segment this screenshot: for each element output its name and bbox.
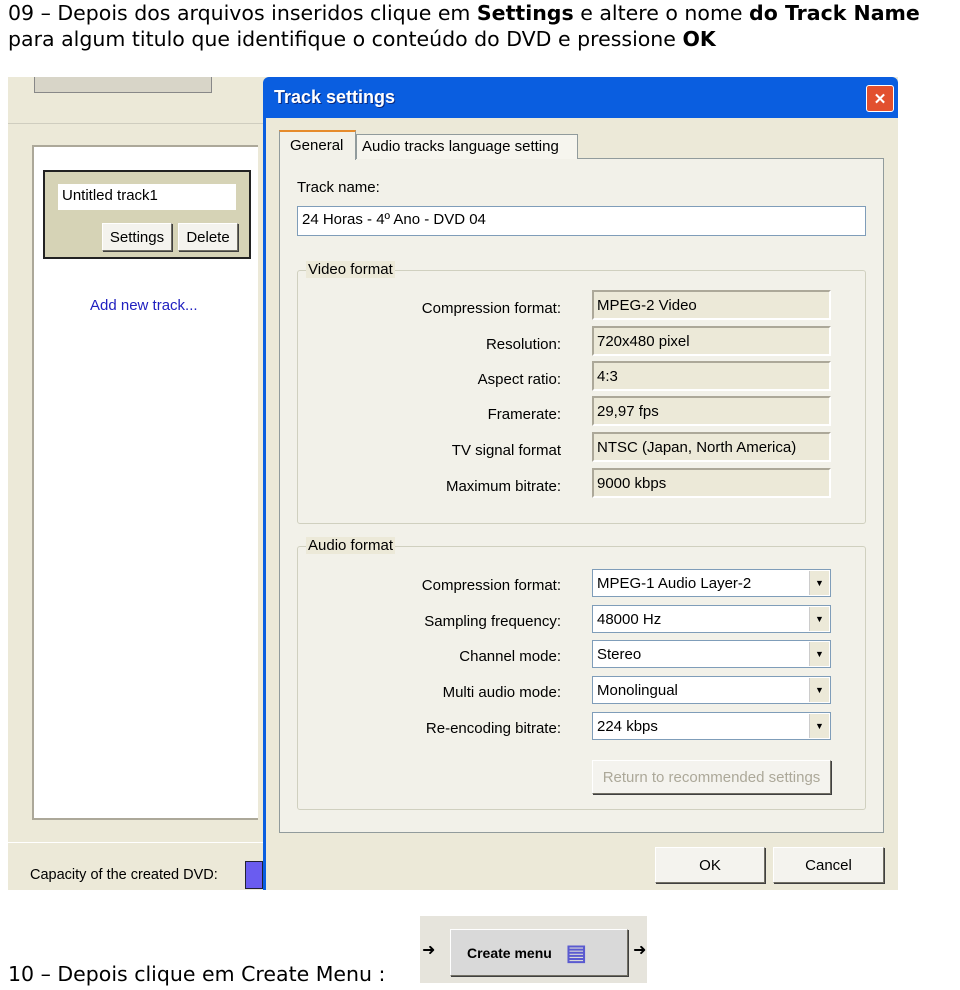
audio-row-value: 48000 Hz bbox=[597, 610, 662, 628]
video-row-value: 9000 kbps bbox=[592, 468, 831, 498]
audio-row-select[interactable]: 48000 Hz ▼ bbox=[592, 605, 831, 633]
track-list-panel: Untitled track1 Settings Delete Add new … bbox=[32, 145, 258, 820]
capacity-label: Capacity of the created DVD: bbox=[30, 867, 218, 883]
audio-format-title: Audio format bbox=[306, 537, 396, 554]
arrow-right-icon: ➜ bbox=[633, 940, 647, 959]
close-icon[interactable]: ✕ bbox=[866, 85, 894, 112]
audio-row-value: MPEG-1 Audio Layer-2 bbox=[597, 574, 752, 592]
tab-general[interactable]: General bbox=[279, 130, 356, 160]
return-to-recommended-button[interactable]: Return to recommended settings bbox=[592, 760, 831, 794]
create-menu-label: Create menu bbox=[467, 944, 552, 961]
step-9-instruction: 09 – Depois dos arquivos inseridos cliqu… bbox=[8, 0, 960, 52]
video-row-value: 29,97 fps bbox=[592, 396, 831, 426]
text: Settings bbox=[476, 1, 574, 25]
video-row-value: 4:3 bbox=[592, 361, 831, 391]
arrow-right-icon: ➜ bbox=[422, 940, 436, 959]
video-row-value: NTSC (Japan, North America) bbox=[592, 432, 831, 462]
toolbar-button-partial[interactable] bbox=[34, 77, 212, 93]
create-menu-snippet: ➜ Create menu ▤ ➜ bbox=[420, 916, 647, 983]
text: OK bbox=[682, 27, 716, 51]
video-row-label: Compression format: bbox=[421, 300, 561, 317]
track-name-input[interactable]: 24 Horas - 4º Ano - DVD 04 bbox=[297, 206, 866, 236]
audio-row-value: Monolingual bbox=[597, 681, 678, 699]
video-row-value: MPEG-2 Video bbox=[592, 290, 831, 320]
tab-audio-tracks-language[interactable]: Audio tracks language setting bbox=[356, 134, 578, 159]
cancel-button[interactable]: Cancel bbox=[773, 847, 884, 883]
video-row-label: TV signal format bbox=[451, 442, 561, 459]
dialog-title: Track settings bbox=[274, 87, 396, 107]
video-format-title: Video format bbox=[306, 261, 395, 278]
audio-row-label: Channel mode: bbox=[459, 648, 561, 665]
audio-row-value: 224 kbps bbox=[597, 717, 658, 735]
capacity-bar bbox=[245, 861, 263, 889]
track-name-field[interactable]: Untitled track1 bbox=[58, 184, 236, 210]
create-menu-button[interactable]: Create menu ▤ bbox=[450, 929, 628, 976]
chevron-down-icon[interactable]: ▼ bbox=[809, 607, 829, 631]
audio-row-label: Multi audio mode: bbox=[442, 684, 561, 701]
add-new-track-link[interactable]: Add new track... bbox=[90, 297, 198, 314]
step-10-instruction: 10 – Depois clique em Create Menu : bbox=[8, 962, 386, 986]
audio-row-select[interactable]: 224 kbps ▼ bbox=[592, 712, 831, 740]
video-row-label: Maximum bitrate: bbox=[445, 478, 561, 495]
audio-row-select[interactable]: Monolingual ▼ bbox=[592, 676, 831, 704]
audio-row-select[interactable]: Stereo ▼ bbox=[592, 640, 831, 668]
chevron-down-icon[interactable]: ▼ bbox=[809, 642, 829, 666]
video-row-value: 720x480 pixel bbox=[592, 326, 831, 356]
text: para algum titulo que identifique o cont… bbox=[8, 27, 683, 51]
video-row-label: Resolution: bbox=[485, 336, 561, 353]
settings-button[interactable]: Settings bbox=[102, 223, 172, 251]
text: e altere o nome bbox=[573, 1, 750, 25]
audio-row-select[interactable]: MPEG-1 Audio Layer-2 ▼ bbox=[592, 569, 831, 597]
chevron-down-icon[interactable]: ▼ bbox=[809, 571, 829, 595]
chevron-down-icon[interactable]: ▼ bbox=[809, 678, 829, 702]
text: 09 – Depois dos arquivos inseridos cliqu… bbox=[8, 1, 477, 25]
video-row-label: Framerate: bbox=[487, 406, 561, 423]
chevron-down-icon[interactable]: ▼ bbox=[809, 714, 829, 738]
audio-row-label: Sampling frequency: bbox=[424, 613, 561, 630]
track-name-label: Track name: bbox=[297, 179, 380, 196]
screenshot: Untitled track1 Settings Delete Add new … bbox=[8, 77, 898, 890]
delete-button[interactable]: Delete bbox=[178, 223, 238, 251]
text: do Track Name bbox=[749, 1, 920, 25]
audio-row-value: Stereo bbox=[597, 645, 642, 663]
audio-row-label: Re-encoding bitrate: bbox=[425, 720, 561, 737]
ok-button[interactable]: OK bbox=[655, 847, 765, 883]
track-settings-dialog: Track settings ✕ General Audio tracks la… bbox=[263, 77, 898, 890]
track-item: Untitled track1 Settings Delete bbox=[43, 170, 251, 259]
menu-box-icon: ▤ bbox=[565, 939, 587, 965]
video-row-label: Aspect ratio: bbox=[477, 371, 561, 388]
divider bbox=[8, 842, 263, 843]
audio-row-label: Compression format: bbox=[421, 577, 561, 594]
divider bbox=[8, 123, 263, 124]
dialog-body: General Audio tracks language setting Tr… bbox=[266, 118, 898, 890]
